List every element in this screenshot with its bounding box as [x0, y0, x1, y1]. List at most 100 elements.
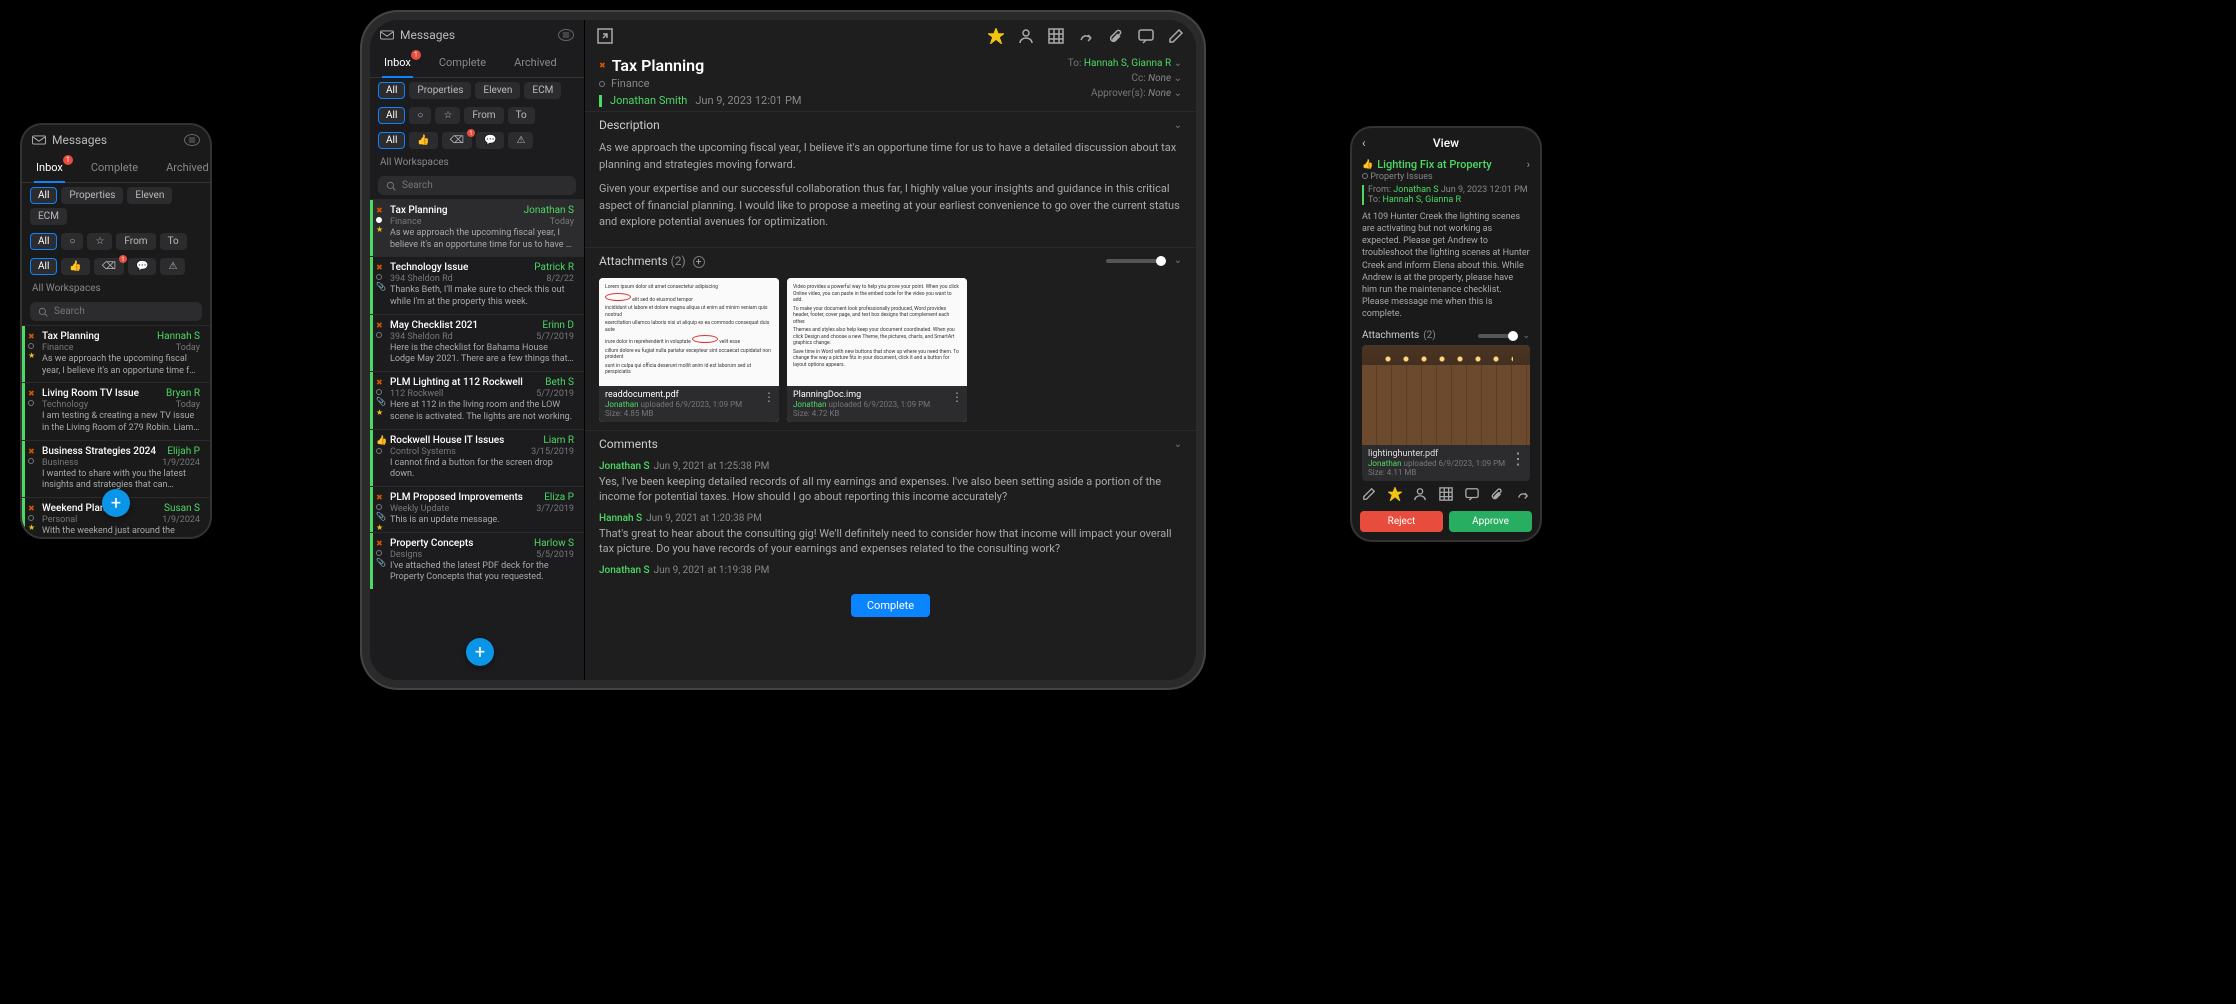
filter-all-3[interactable]: All — [378, 132, 405, 149]
filter-thumbs-up-icon[interactable]: 👍 — [61, 258, 89, 275]
attachment-card[interactable]: Video provides a powerful way to help yo… — [787, 278, 967, 422]
compose-fab[interactable]: + — [102, 489, 130, 517]
filter-all-1[interactable]: All — [30, 187, 57, 204]
view-attachment[interactable]: lightinghunter.pdf Jonathan uploaded 6/9… — [1362, 345, 1530, 481]
status-open-icon — [376, 332, 382, 338]
complete-button[interactable]: Complete — [851, 594, 930, 617]
comment-icon[interactable] — [1138, 28, 1154, 44]
attachment-preview: Video provides a powerful way to help yo… — [787, 278, 967, 386]
chevron-down-icon[interactable]: ⌄ — [1174, 58, 1182, 69]
message-subject: Technology Issue — [390, 262, 468, 273]
chevron-down-icon[interactable]: ⌄ — [1522, 331, 1530, 341]
filter-to[interactable]: To — [160, 233, 187, 250]
filter-all-2[interactable]: All — [378, 107, 405, 124]
attach-icon[interactable] — [1108, 28, 1124, 44]
reject-button[interactable]: Reject — [1360, 511, 1443, 532]
attach-icon[interactable] — [1490, 487, 1504, 501]
list-item[interactable]: ✖★Tax PlanningJonathan SFinanceTodayAs w… — [370, 199, 584, 256]
user-icon[interactable] — [1413, 487, 1427, 501]
list-item[interactable]: ✖★Tax PlanningHannah SFinanceTodayAs we … — [22, 325, 210, 382]
filter-circle-icon[interactable]: ○ — [409, 107, 431, 124]
filter-all-1[interactable]: All — [378, 82, 405, 99]
filter-ecm[interactable]: ECM — [524, 82, 561, 99]
comments-header[interactable]: Comments⌄ — [585, 430, 1196, 457]
filter-chat-icon[interactable]: 💬 — [476, 132, 504, 149]
filter-ecm[interactable]: ECM — [30, 208, 67, 225]
list-item[interactable]: ✖📎Technology IssuePatrick R394 Sheldon R… — [370, 256, 584, 313]
star-icon[interactable] — [1388, 487, 1402, 501]
tab-inbox[interactable]: Inbox1 — [382, 50, 413, 77]
attachments-header[interactable]: Attachments (2) + ⌄ — [585, 247, 1196, 275]
attachment-filename: lightinghunter.pdf — [1368, 449, 1524, 459]
back-icon[interactable]: ‹ — [1362, 136, 1378, 150]
zoom-slider[interactable] — [1106, 259, 1166, 263]
attachment-card[interactable]: Lorem ipsum dolor sit amet consectetur a… — [599, 278, 779, 422]
message-date: Today — [176, 343, 200, 353]
list-item[interactable]: ✖📎★PLM Lighting at 112 RockwellBeth S112… — [370, 371, 584, 428]
chevron-down-icon[interactable]: ⌄ — [1174, 73, 1182, 84]
filter-star-icon[interactable]: ☆ — [87, 233, 112, 250]
add-attachment-icon[interactable]: + — [693, 256, 705, 268]
tab-complete[interactable]: Complete — [437, 50, 488, 77]
menu-icon[interactable] — [184, 134, 200, 146]
approve-button[interactable]: Approve — [1449, 511, 1532, 532]
view-card: 👍Lighting Fix at Property › Property Iss… — [1352, 158, 1540, 481]
search-field[interactable] — [402, 180, 568, 191]
comment: Jonathan SJun 9, 2021 at 1:25:38 PMYes, … — [599, 461, 1182, 505]
tabs: Inbox1 Complete Archived — [22, 155, 210, 183]
grid-icon[interactable] — [1439, 487, 1453, 501]
list-item[interactable]: ✖📎★PLM Proposed ImprovementsEliza PWeekl… — [370, 486, 584, 532]
filter-to[interactable]: To — [508, 107, 535, 124]
filter-from[interactable]: From — [464, 107, 503, 124]
menu-icon[interactable] — [558, 29, 574, 41]
filter-properties[interactable]: Properties — [409, 82, 471, 99]
list-item[interactable]: ✖📎Property ConceptsHarlow SDesigns5/5/20… — [370, 532, 584, 589]
grid-icon[interactable] — [1048, 28, 1064, 44]
message-subject: Tax Planning — [390, 205, 448, 216]
share-icon[interactable] — [1516, 487, 1530, 501]
filter-eleven[interactable]: Eleven — [475, 82, 520, 99]
comment-icon[interactable] — [1465, 487, 1479, 501]
comment: Jonathan SJun 9, 2021 at 1:19:38 PM — [599, 565, 1182, 576]
filter-warning-icon[interactable]: ⚠ — [160, 258, 185, 275]
search-icon — [386, 181, 396, 191]
search-field[interactable] — [54, 306, 194, 317]
search-input[interactable] — [30, 302, 202, 321]
filter-from[interactable]: From — [116, 233, 155, 250]
filter-all-2[interactable]: All — [30, 233, 57, 250]
attachment-menu-icon[interactable]: ⋮ — [763, 390, 775, 404]
filter-thumbs-up-icon[interactable]: 👍 — [409, 132, 437, 149]
view-subject: Lighting Fix at Property — [1377, 158, 1491, 171]
description-header[interactable]: Description⌄ — [585, 111, 1196, 138]
tab-inbox[interactable]: Inbox1 — [34, 155, 65, 182]
tab-archived[interactable]: Archived — [512, 50, 559, 77]
filter-all-3[interactable]: All — [30, 258, 57, 275]
chevron-down-icon[interactable]: ⌄ — [1174, 88, 1182, 99]
share-icon[interactable] — [1078, 28, 1094, 44]
tab-archived[interactable]: Archived — [164, 155, 210, 182]
star-icon[interactable] — [988, 28, 1004, 44]
list-item[interactable]: ✖Living Room TV IssueBryan RTechnologyTo… — [22, 382, 210, 439]
expand-icon[interactable] — [597, 28, 613, 44]
filter-star-icon[interactable]: ☆ — [435, 107, 460, 124]
attachment-menu-icon[interactable]: ⋮ — [951, 390, 963, 404]
filter-circle-icon[interactable]: ○ — [61, 233, 83, 250]
zoom-slider[interactable] — [1478, 334, 1518, 338]
filter-eleven[interactable]: Eleven — [127, 187, 172, 204]
tab-complete[interactable]: Complete — [89, 155, 140, 182]
view-header: ‹ View — [1352, 128, 1540, 158]
user-icon[interactable] — [1018, 28, 1034, 44]
filter-warning-icon[interactable]: ⚠ — [508, 132, 533, 149]
compose-fab[interactable]: + — [466, 638, 494, 666]
edit-icon[interactable] — [1168, 28, 1184, 44]
list-item[interactable]: ✖May Checklist 2021Erinn D394 Sheldon Rd… — [370, 314, 584, 371]
chevron-right-icon[interactable]: › — [1527, 158, 1530, 171]
filter-properties[interactable]: Properties — [61, 187, 123, 204]
filter-delete-icon[interactable]: ⌫1 — [442, 132, 472, 149]
search-input[interactable] — [378, 176, 576, 195]
list-item[interactable]: 👍Rockwell House IT IssuesLiam RControl S… — [370, 429, 584, 486]
attachment-menu-icon[interactable]: ⋮ — [1510, 449, 1526, 468]
filter-chat-icon[interactable]: 💬 — [128, 258, 156, 275]
filter-delete-icon[interactable]: ⌫1 — [94, 258, 124, 275]
edit-icon[interactable] — [1362, 487, 1376, 501]
